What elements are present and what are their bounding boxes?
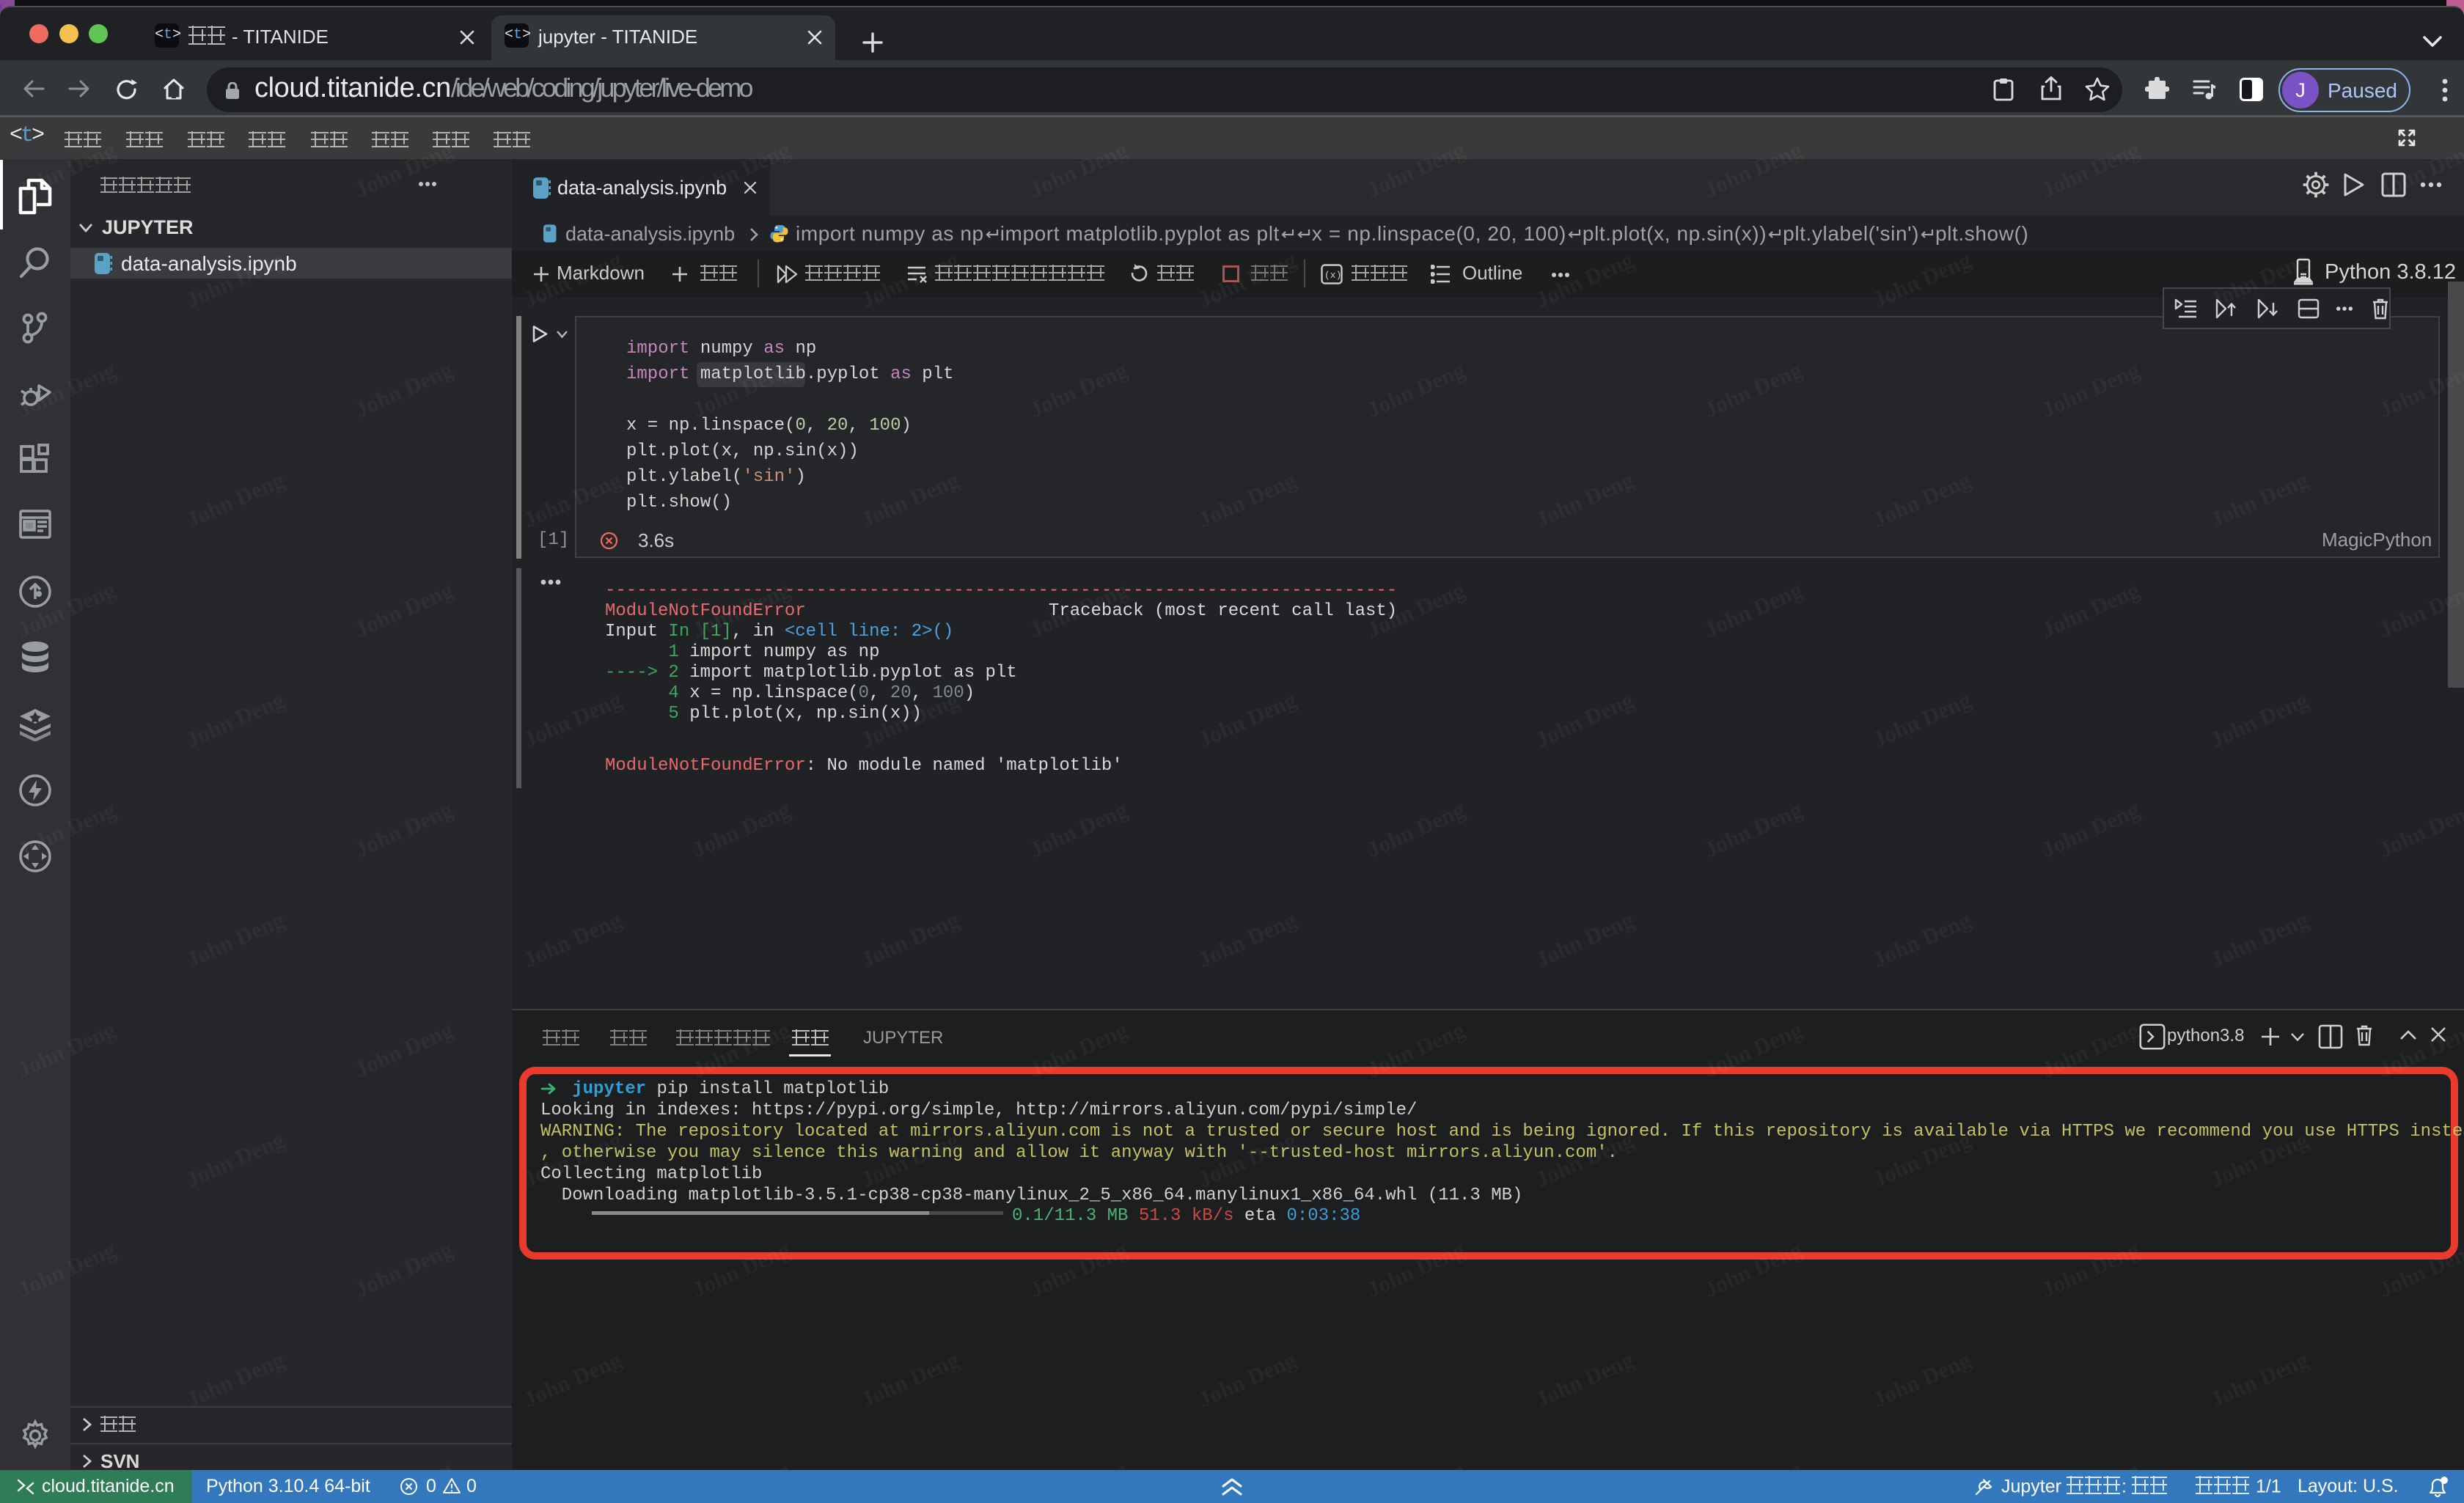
- svg-text:(x): (x): [1324, 270, 1341, 281]
